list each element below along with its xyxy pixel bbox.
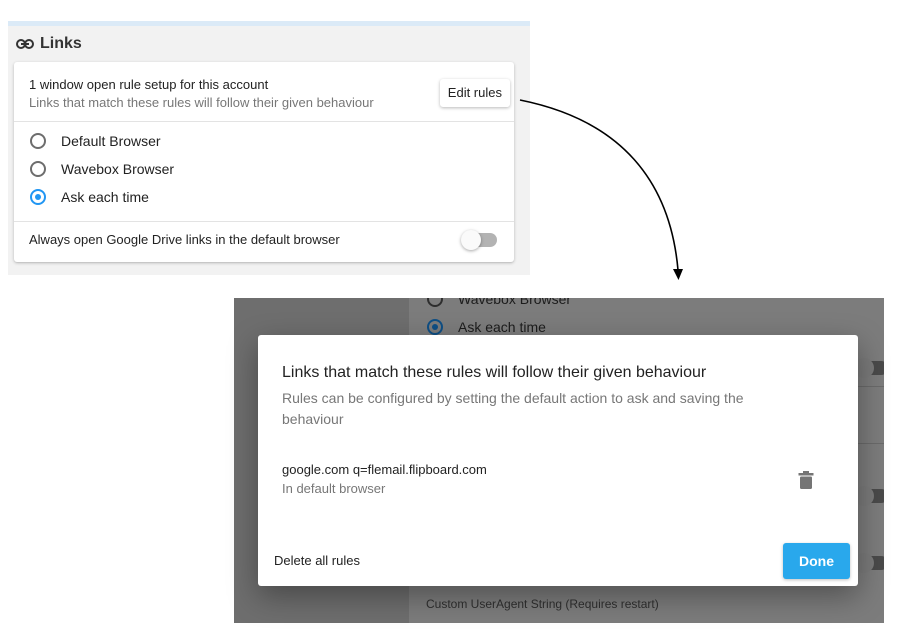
radio-circle-checked [427, 319, 443, 335]
edit-rules-button[interactable]: Edit rules [439, 79, 510, 107]
drive-toggle-label: Always open Google Drive links in the de… [29, 232, 340, 247]
radio-circle[interactable] [30, 161, 46, 177]
delete-all-rules-button[interactable]: Delete all rules [266, 549, 368, 573]
rules-summary: 1 window open rule setup for this accoun… [14, 62, 514, 122]
bg-radio-ask-each-time: Ask each time [427, 319, 546, 335]
link-icon [16, 39, 34, 49]
bg-radio-wavebox-browser: Wavebox Browser [427, 298, 571, 307]
drive-links-toggle[interactable] [461, 230, 497, 250]
radio-ask-each-time[interactable]: Ask each time [30, 189, 149, 205]
radio-label: Wavebox Browser [458, 298, 572, 307]
links-settings-panel: Links 1 window open rule setup for this … [8, 21, 530, 275]
radio-circle-checked[interactable] [30, 189, 46, 205]
radio-label: Default Browser [61, 133, 161, 149]
radio-circle [427, 298, 443, 307]
rule-action: In default browser [282, 481, 386, 496]
links-heading: Links [40, 35, 82, 52]
radio-label: Ask each time [458, 319, 546, 335]
bg-toggle [854, 553, 884, 573]
radio-circle[interactable] [30, 133, 46, 149]
radio-wavebox-browser[interactable]: Wavebox Browser [30, 161, 174, 177]
dialog-title: Links that match these rules will follow… [282, 364, 707, 381]
radio-label: Wavebox Browser [61, 161, 175, 177]
radio-default-browser[interactable]: Default Browser [30, 133, 161, 149]
rule-count-text: 1 window open rule setup for this accoun… [29, 77, 269, 92]
link-rules-dialog: Links that match these rules will follow… [258, 335, 858, 586]
custom-useragent-label: Custom UserAgent String (Requires restar… [426, 597, 659, 611]
trash-icon[interactable] [797, 470, 815, 490]
links-section-header: Links [16, 35, 82, 53]
divider [14, 221, 514, 222]
bg-toggle [854, 486, 884, 506]
dialog-subtitle: Rules can be configured by setting the d… [282, 390, 744, 427]
links-card: 1 window open rule setup for this accoun… [14, 62, 514, 262]
bg-toggle [854, 358, 884, 378]
toggle-knob[interactable] [461, 230, 481, 250]
rule-subtitle: Links that match these rules will follow… [29, 95, 374, 110]
radio-label: Ask each time [61, 189, 149, 205]
rule-pattern: google.com q=flemail.flipboard.com [282, 462, 487, 477]
done-button[interactable]: Done [783, 543, 850, 579]
